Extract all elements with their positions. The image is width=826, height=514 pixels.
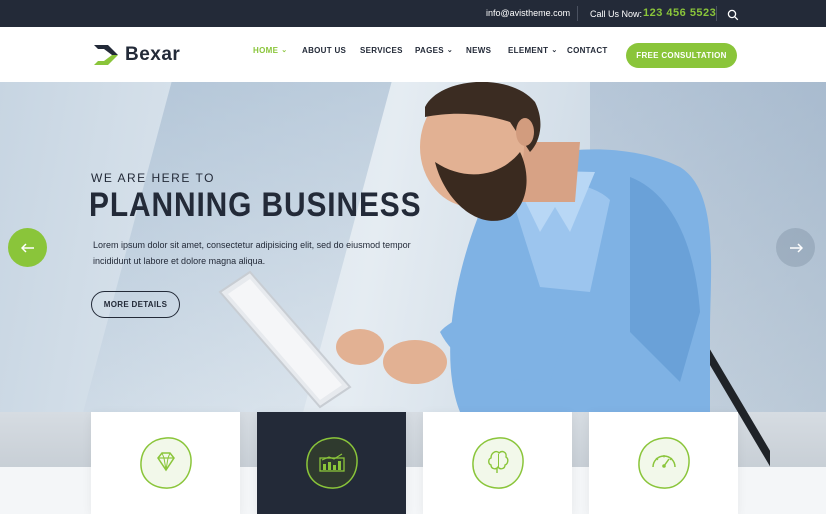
feature-card-chart[interactable]: [257, 412, 406, 514]
nav-news[interactable]: NEWS: [466, 46, 491, 55]
hero-person-image: [218, 82, 770, 467]
more-details-button[interactable]: MORE DETAILS: [91, 291, 180, 318]
feature-card-brain[interactable]: [423, 412, 572, 514]
slider-prev-button[interactable]: [8, 228, 47, 267]
diamond-icon: [139, 437, 192, 489]
hero-slider: WE ARE HERE TO PLANNING BUSINESS Lorem i…: [0, 82, 826, 467]
chevron-down-icon: ⌄: [446, 47, 454, 54]
main-header: Bexar HOME ⌄ ABOUT US SERVICES PAGES ⌄ NEW…: [0, 27, 826, 82]
nav-pages[interactable]: PAGES ⌄: [415, 46, 453, 55]
feature-card-speed[interactable]: [589, 412, 738, 514]
phone-number[interactable]: 123 456 5523: [643, 7, 716, 19]
logo[interactable]: Bexar: [92, 43, 180, 67]
contact-email[interactable]: info@avistheme.com: [486, 8, 570, 18]
brand-name: Bexar: [125, 44, 181, 65]
divider: [577, 6, 578, 21]
feature-card-diamond[interactable]: [91, 412, 240, 514]
nav-about-us[interactable]: ABOUT US: [302, 46, 346, 55]
hero-subtitle: WE ARE HERE TO: [91, 171, 215, 185]
free-consultation-button[interactable]: FREE CONSULTATION: [626, 43, 737, 68]
nav-element[interactable]: ELEMENT ⌄: [508, 46, 558, 55]
nav-home[interactable]: HOME ⌄: [253, 46, 287, 55]
slider-next-button[interactable]: [776, 228, 815, 267]
nav-services[interactable]: SERVICES: [360, 46, 403, 55]
arrow-left-icon: [20, 242, 34, 253]
nav-contact[interactable]: CONTACT: [567, 46, 608, 55]
logo-icon: [94, 45, 118, 65]
hero-description: Lorem ipsum dolor sit amet, consectetur …: [93, 240, 411, 266]
divider: [716, 6, 717, 21]
call-label: Call Us Now:: [590, 9, 643, 19]
hero-title: PLANNING BUSINESS: [89, 186, 422, 224]
speedometer-icon: [637, 437, 690, 489]
chevron-down-icon: ⌄: [281, 47, 288, 54]
arrow-right-icon: [789, 242, 803, 253]
brain-icon: [471, 437, 524, 489]
bar-chart-icon: [305, 437, 358, 489]
search-icon[interactable]: [727, 8, 739, 21]
chevron-down-icon: ⌄: [551, 47, 558, 54]
top-bar: info@avistheme.com Call Us Now: 123 456 …: [0, 0, 826, 27]
